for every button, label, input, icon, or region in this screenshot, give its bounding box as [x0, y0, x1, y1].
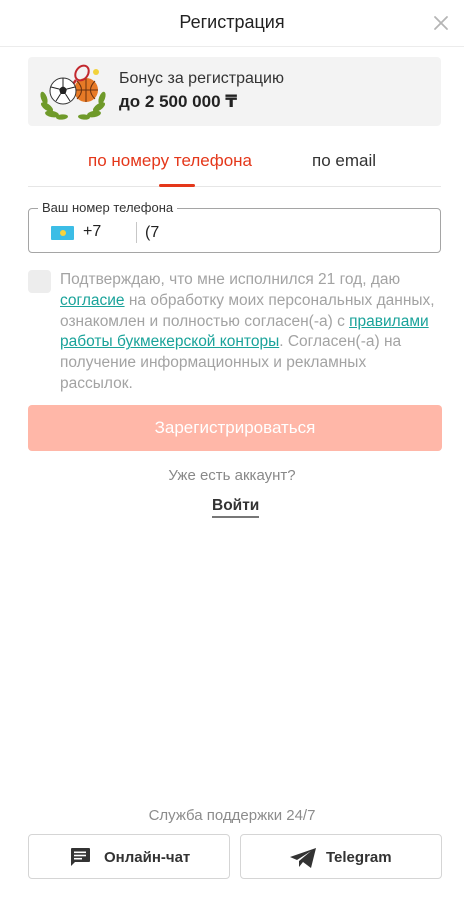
telegram-icon [290, 848, 316, 868]
bonus-banner: Бонус за регистрацию до 2 500 000 ₸ [28, 57, 441, 126]
active-tab-indicator [159, 184, 195, 187]
consent-text: Подтверждаю, что мне исполнился 21 год, … [60, 270, 440, 395]
sports-bonus-icon [40, 64, 106, 120]
bonus-label: Бонус за регистрацию [119, 70, 284, 87]
flag-sun-icon [60, 230, 66, 236]
consent-text-part: Подтверждаю, что мне исполнился 21 год, … [60, 271, 401, 288]
registration-tabs: по номеру телефона по email [28, 140, 441, 187]
telegram-label: Telegram [326, 849, 392, 866]
have-account-text: Уже есть аккаунт? [168, 467, 296, 484]
chat-icon [71, 848, 90, 866]
phone-field[interactable]: Ваш номер телефона +7 [28, 200, 441, 253]
phone-divider [136, 222, 137, 243]
page-title: Регистрация [179, 12, 285, 32]
modal-header: Регистрация [0, 0, 464, 47]
tab-email[interactable]: по email [312, 151, 376, 171]
telegram-button[interactable]: Telegram [240, 834, 442, 879]
close-button[interactable] [430, 12, 452, 34]
consent-checkbox[interactable] [28, 270, 51, 293]
kazakhstan-flag-icon[interactable] [51, 226, 74, 240]
close-icon [434, 16, 448, 30]
online-chat-button[interactable]: Онлайн-чат [28, 834, 230, 879]
consent-link[interactable]: согласие [60, 292, 125, 309]
phone-field-label: Ваш номер телефона [38, 200, 178, 215]
country-code[interactable]: +7 [83, 223, 101, 241]
phone-input[interactable] [145, 221, 425, 245]
register-button[interactable]: Зарегистрироваться [28, 405, 442, 451]
tab-phone[interactable]: по номеру телефона [88, 151, 252, 171]
bonus-amount: до 2 500 000 ₸ [119, 92, 238, 111]
login-link[interactable]: Войти [212, 497, 260, 518]
online-chat-label: Онлайн-чат [104, 849, 191, 866]
support-label: Служба поддержки 24/7 [148, 807, 316, 824]
